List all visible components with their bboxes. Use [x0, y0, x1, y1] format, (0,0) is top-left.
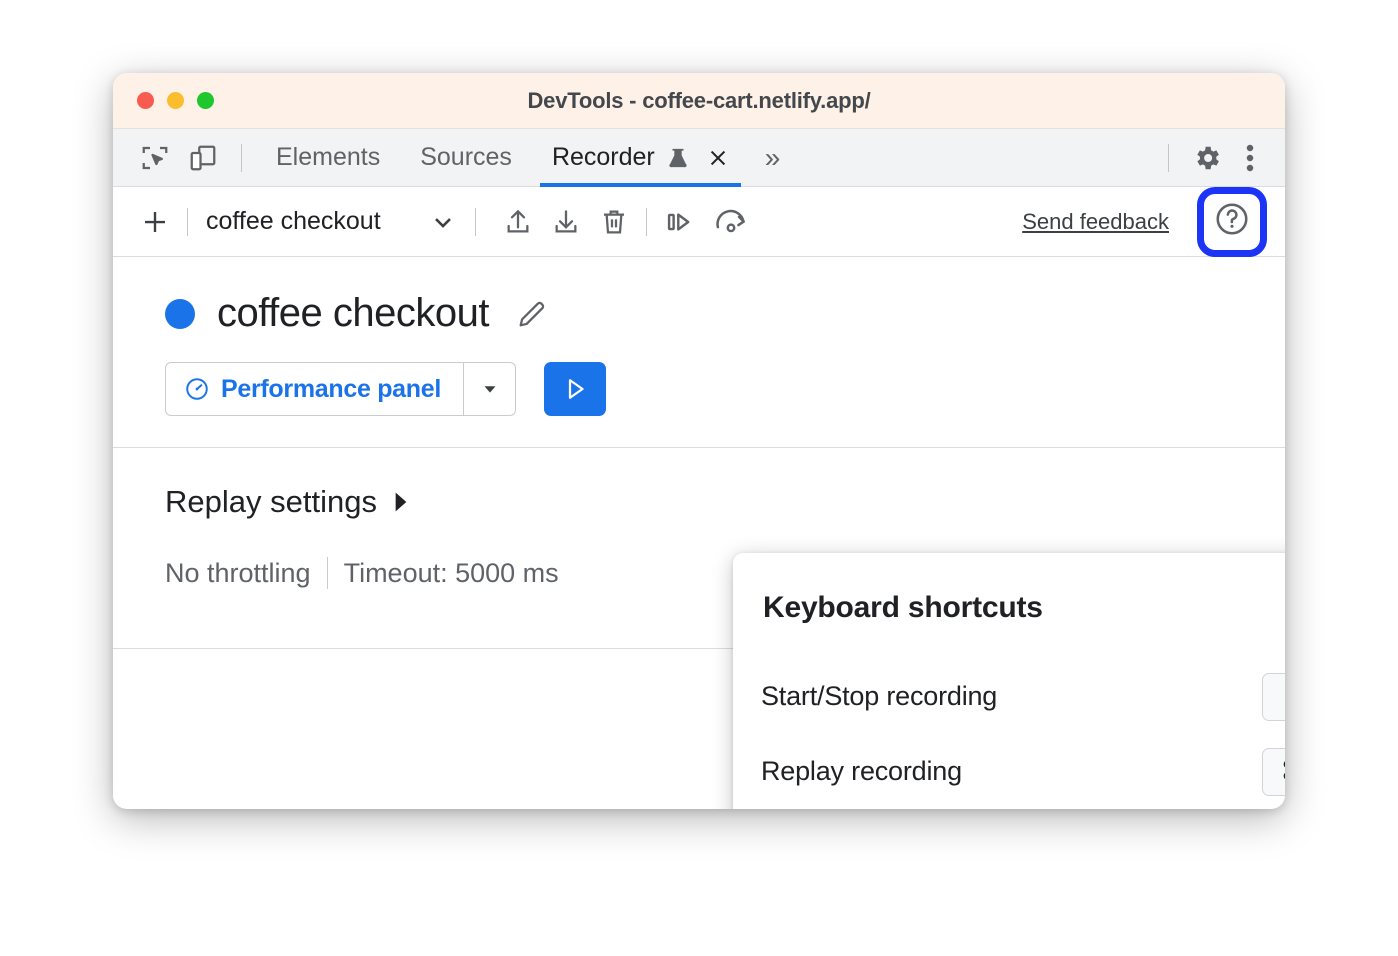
replay-target-select[interactable]: Performance panel [165, 362, 516, 416]
chevron-down-icon[interactable] [429, 208, 457, 236]
replay-controls-row: Performance panel [113, 336, 1285, 416]
replay-target-label: Performance panel [221, 375, 441, 404]
tab-elements[interactable]: Elements [256, 129, 400, 187]
replay-target-main[interactable]: Performance panel [166, 363, 463, 415]
recording-title: coffee checkout [217, 291, 489, 336]
recording-status-dot [165, 299, 195, 329]
replay-settings-toggle[interactable]: Replay settings [165, 484, 411, 520]
keyboard-shortcuts-popup: Keyboard shortcuts Start/Stop recording … [733, 553, 1285, 809]
replay-speed-icon[interactable] [703, 199, 759, 245]
throttling-value: No throttling [165, 558, 311, 589]
close-window-button[interactable] [137, 92, 154, 109]
recorder-content: coffee checkout Performance [113, 257, 1285, 808]
toolbar-divider [646, 208, 647, 236]
add-recording-button[interactable] [131, 199, 179, 245]
replay-target-dropdown-arrow[interactable] [463, 363, 515, 415]
toolbar-divider [1168, 144, 1169, 172]
traffic-lights [137, 92, 214, 109]
toolbar-divider [187, 208, 188, 236]
timeout-value: Timeout: 5000 ms [344, 558, 559, 589]
more-tabs-button[interactable]: » [749, 129, 797, 187]
gear-icon[interactable] [1183, 135, 1231, 181]
pencil-icon[interactable] [515, 297, 549, 331]
devtools-window: DevTools - coffee-cart.netlify.app/ Elem… [113, 73, 1285, 809]
replay-button[interactable] [544, 362, 606, 416]
shortcut-row: Start/Stop recording ⌘ E [761, 659, 1285, 734]
popup-header: Keyboard shortcuts [733, 553, 1285, 625]
more-tabs-label: » [765, 142, 781, 174]
toolbar-divider [475, 208, 476, 236]
inspect-element-icon[interactable] [131, 135, 179, 181]
help-icon[interactable] [1213, 200, 1251, 243]
minimize-window-button[interactable] [167, 92, 184, 109]
tab-label: Elements [276, 143, 380, 172]
window-titlebar: DevTools - coffee-cart.netlify.app/ [113, 73, 1285, 129]
help-button-wrapper [1197, 187, 1267, 257]
devtools-tabstrip: Elements Sources Recorder » [113, 129, 1285, 187]
import-icon[interactable] [542, 199, 590, 245]
triangle-right-icon [391, 490, 411, 514]
recording-header: coffee checkout [113, 257, 1285, 336]
zoom-window-button[interactable] [197, 92, 214, 109]
close-tab-icon[interactable] [707, 147, 729, 169]
kebab-menu-icon[interactable] [1231, 135, 1269, 181]
toolbar-divider [241, 144, 242, 172]
delete-icon[interactable] [590, 199, 638, 245]
experiment-flask-icon [667, 145, 689, 171]
shortcut-keys: ⌘ ↵ [1262, 748, 1285, 796]
send-feedback-link[interactable]: Send feedback [1022, 209, 1169, 235]
tab-label: Recorder [552, 143, 655, 172]
shortcut-label: Replay recording [761, 756, 962, 787]
summary-divider [327, 557, 328, 589]
popup-title: Keyboard shortcuts [763, 591, 1043, 625]
shortcut-keys: ⌘ E [1262, 673, 1285, 721]
device-toolbar-icon[interactable] [179, 135, 227, 181]
performance-gauge-icon [184, 376, 210, 402]
recording-selector-label[interactable]: coffee checkout [206, 207, 381, 236]
step-over-icon[interactable] [655, 199, 703, 245]
tab-sources[interactable]: Sources [400, 129, 532, 187]
play-icon [560, 374, 590, 404]
shortcut-label: Start/Stop recording [761, 681, 997, 712]
export-icon[interactable] [494, 199, 542, 245]
replay-settings-label: Replay settings [165, 484, 377, 520]
window-title: DevTools - coffee-cart.netlify.app/ [113, 88, 1285, 114]
tab-recorder[interactable]: Recorder [532, 129, 749, 187]
shortcut-list: Start/Stop recording ⌘ E Replay recordin… [733, 625, 1285, 809]
replay-settings-summary: No throttling Timeout: 5000 ms [165, 557, 559, 589]
recorder-toolbar: coffee checkout [113, 187, 1285, 257]
tab-label: Sources [420, 143, 512, 172]
tabstrip-right-actions [1154, 135, 1269, 181]
section-divider [113, 447, 1285, 448]
shortcut-row: Replay recording ⌘ ↵ [761, 734, 1285, 809]
